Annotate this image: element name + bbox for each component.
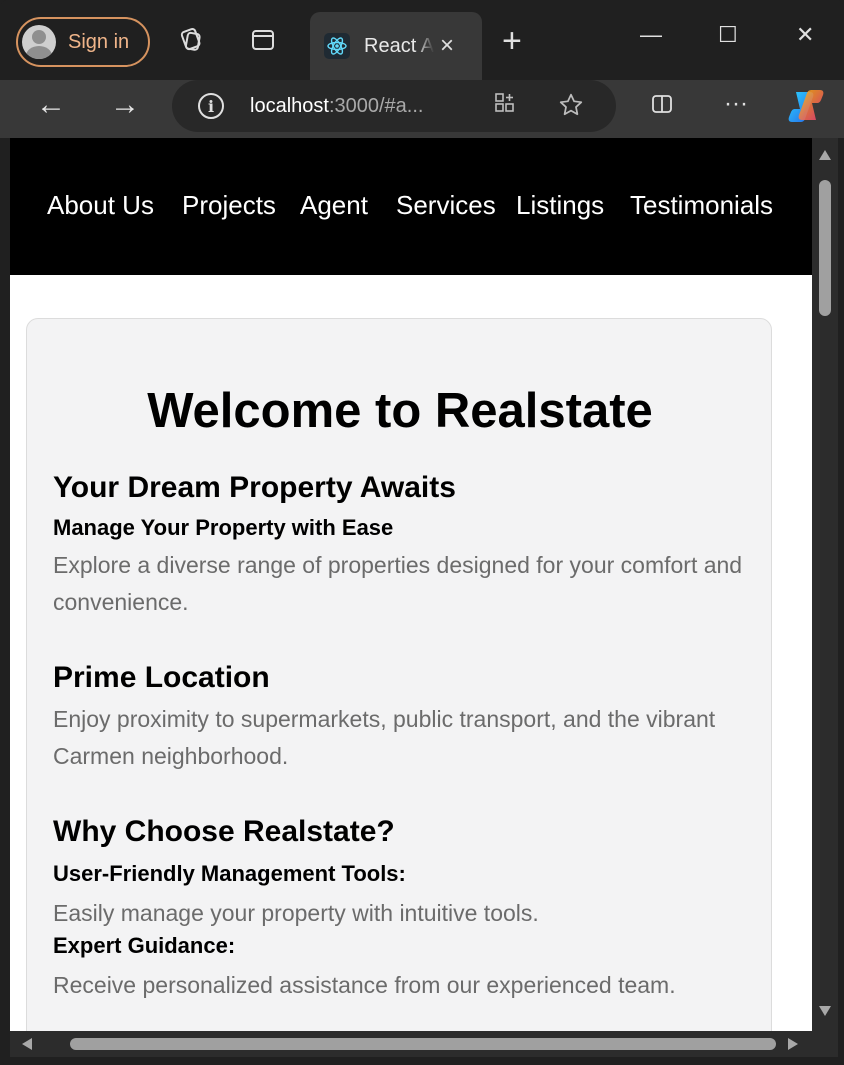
section-why-choose-title: Why Choose Realstate? bbox=[53, 815, 395, 848]
scrollbar-corner bbox=[812, 1031, 838, 1057]
scroll-left-arrow-icon[interactable] bbox=[22, 1038, 32, 1050]
vertical-scroll-thumb[interactable] bbox=[819, 180, 831, 316]
browser-toolbar: ← → i localhost:3000/#a... ··· bbox=[0, 80, 844, 138]
sign-in-label: Sign in bbox=[68, 30, 130, 53]
section-dream-property-title: Your Dream Property Awaits bbox=[53, 471, 456, 504]
address-bar[interactable]: i localhost:3000/#a... bbox=[172, 80, 616, 132]
vertical-scrollbar[interactable] bbox=[812, 138, 838, 1031]
horizontal-scroll-thumb[interactable] bbox=[70, 1038, 776, 1050]
tab-title: React App bbox=[364, 34, 434, 57]
nav-link-projects[interactable]: Projects bbox=[182, 190, 276, 221]
page-viewport: About Us Projects Agent Services Listing… bbox=[10, 138, 812, 1031]
workspaces-icon[interactable] bbox=[178, 26, 204, 54]
forward-button[interactable]: → bbox=[110, 88, 140, 122]
site-navigation: About Us Projects Agent Services Listing… bbox=[10, 138, 812, 275]
scroll-down-arrow-icon[interactable] bbox=[819, 1006, 831, 1016]
section-prime-location-title: Prime Location bbox=[53, 661, 270, 694]
nav-link-agent[interactable]: Agent bbox=[300, 190, 368, 221]
section-prime-location-text: Enjoy proximity to supermarkets, public … bbox=[53, 706, 716, 769]
new-tab-button[interactable]: + bbox=[502, 24, 522, 58]
feature-management-tools-text: Easily manage your property with intuiti… bbox=[53, 900, 539, 926]
app-available-icon[interactable] bbox=[494, 92, 516, 121]
scroll-up-arrow-icon[interactable] bbox=[819, 150, 831, 160]
back-button[interactable]: ← bbox=[36, 88, 66, 122]
copilot-icon[interactable] bbox=[786, 86, 826, 126]
tab-react-app[interactable]: React App × bbox=[310, 12, 482, 80]
avatar-icon bbox=[22, 25, 56, 59]
feature-expert-guidance-title: Expert Guidance: bbox=[53, 933, 236, 958]
feature-expert-guidance-text: Receive personalized assistance from our… bbox=[53, 972, 676, 998]
sign-in-button[interactable]: Sign in bbox=[16, 17, 150, 67]
scroll-right-arrow-icon[interactable] bbox=[788, 1038, 798, 1050]
react-favicon-icon bbox=[324, 33, 350, 59]
url-text: localhost:3000/#a... bbox=[250, 95, 423, 118]
maximize-button[interactable]: ☐ bbox=[718, 22, 738, 48]
browser-window: Sign in React App × + — ☐ ✕ ← bbox=[0, 0, 844, 1065]
feature-management-tools-title: User-Friendly Management Tools: bbox=[53, 861, 406, 886]
nav-link-listings[interactable]: Listings bbox=[516, 190, 604, 221]
more-options-icon[interactable]: ··· bbox=[724, 90, 748, 118]
tab-close-icon[interactable]: × bbox=[440, 32, 454, 60]
horizontal-scrollbar[interactable] bbox=[10, 1031, 812, 1057]
hero-card: Welcome to Realstate Your Dream Property… bbox=[26, 318, 772, 1031]
favorite-star-icon[interactable] bbox=[558, 92, 584, 125]
nav-link-testimonials[interactable]: Testimonials bbox=[630, 190, 773, 221]
nav-link-about-us[interactable]: About Us bbox=[47, 190, 154, 221]
tab-actions-icon[interactable] bbox=[250, 26, 276, 54]
close-window-button[interactable]: ✕ bbox=[796, 22, 814, 48]
section-dream-property-subtitle: Manage Your Property with Ease bbox=[53, 515, 394, 540]
url-host: localhost bbox=[250, 94, 329, 117]
section-dream-property-text: Explore a diverse range of properties de… bbox=[53, 552, 743, 615]
minimize-button[interactable]: — bbox=[640, 22, 662, 48]
split-screen-icon[interactable] bbox=[650, 92, 674, 122]
site-info-icon[interactable]: i bbox=[198, 93, 224, 119]
title-bar: Sign in React App × + — ☐ ✕ bbox=[0, 0, 844, 80]
hero-title: Welcome to Realstate bbox=[147, 384, 653, 438]
nav-link-services[interactable]: Services bbox=[396, 190, 496, 221]
url-path: :3000/#a... bbox=[328, 94, 424, 117]
